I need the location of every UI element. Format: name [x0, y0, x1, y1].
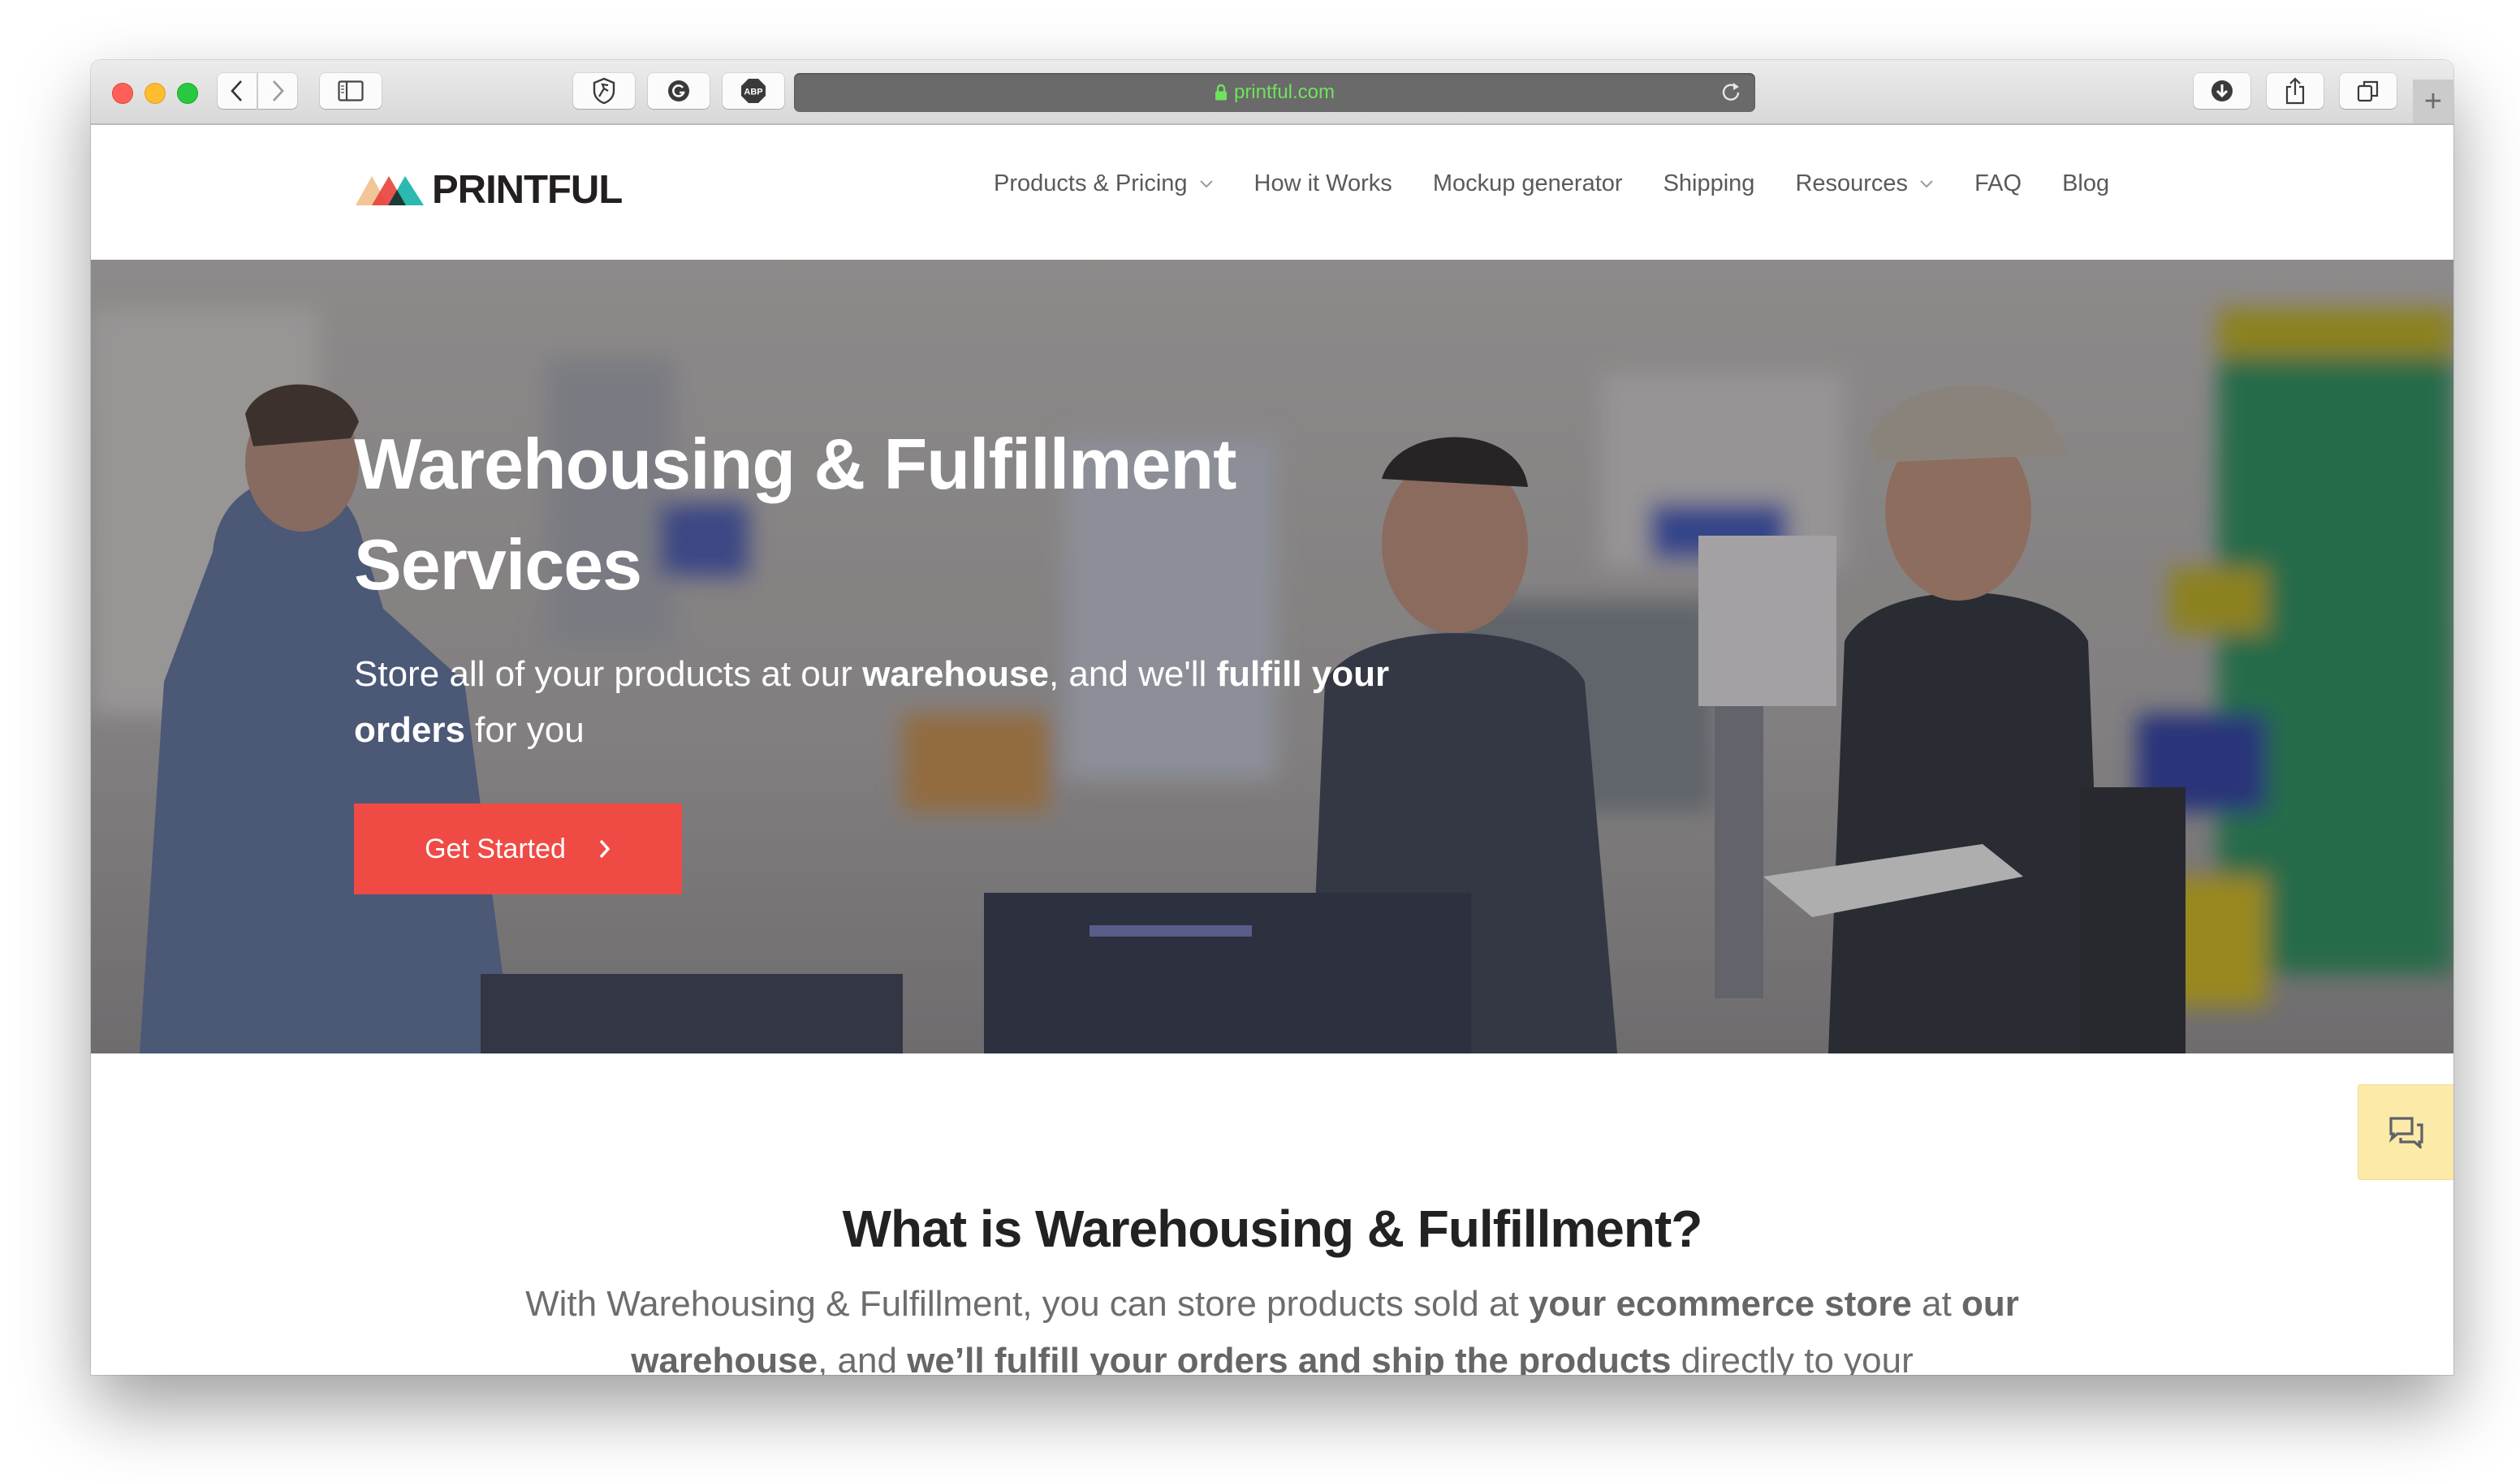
chevron-down-icon: [1199, 179, 1213, 187]
chat-widget-button[interactable]: [2358, 1084, 2453, 1180]
hero-subtitle-text: , and we'll: [1048, 654, 1217, 694]
hero-subtitle-bold: warehouse: [862, 654, 1049, 694]
tabs-overview-icon: [2357, 80, 2379, 102]
url-text: printful.com: [1233, 81, 1336, 103]
shield-extension-icon: [593, 77, 615, 105]
lock-icon: [1215, 84, 1227, 101]
logo-text: PRINTFUL: [432, 168, 623, 212]
get-started-label: Get Started: [425, 833, 566, 864]
hero-subtitle-text: Store all of your products at our: [354, 654, 863, 694]
forward-button[interactable]: [258, 73, 297, 109]
grammarly-icon: [668, 80, 689, 101]
nav-label: Products & Pricing: [994, 170, 1188, 196]
browser-toolbar: ABP printful.com +: [91, 60, 2453, 125]
nav-products-pricing[interactable]: Products & Pricing: [994, 170, 1214, 197]
section-text-bold: your ecommerce store: [1528, 1284, 1912, 1324]
nav-label: Blog: [2062, 170, 2110, 196]
printful-mountains-icon: [356, 176, 424, 205]
new-tab-button[interactable]: +: [2413, 80, 2453, 123]
what-is-section: What is Warehousing & Fulfillment? With …: [91, 1053, 2453, 1375]
chevron-right-icon: [599, 839, 611, 859]
hero-subtitle: Store all of your products at our wareho…: [354, 646, 1409, 758]
nav-blog[interactable]: Blog: [2062, 170, 2109, 197]
svg-text:ABP: ABP: [744, 88, 762, 97]
nav-label: Mockup generator: [1432, 170, 1623, 196]
nav-faq[interactable]: FAQ: [1974, 170, 2022, 197]
nav-label: How it Works: [1254, 170, 1392, 196]
zoom-window-button[interactable]: [177, 83, 198, 104]
hero-title: Warehousing & Fulfillment Services: [354, 414, 1491, 615]
hero-title-line1: Warehousing & Fulfillment: [354, 424, 1236, 504]
sidebar-toggle-button[interactable]: [320, 73, 382, 109]
sidebar-icon: [338, 80, 364, 101]
hero-subtitle-text: for you: [464, 710, 585, 750]
adblock-plus-icon: ABP: [741, 79, 766, 103]
nav-label: Resources: [1795, 170, 1909, 196]
download-icon: [2211, 80, 2233, 101]
section-title: What is Warehousing & Fulfillment?: [842, 1200, 1703, 1259]
section-text: directly to your: [1671, 1341, 1914, 1375]
nav-resources[interactable]: Resources: [1795, 170, 1934, 197]
section-text: , and: [818, 1341, 908, 1375]
nav-how-it-works[interactable]: How it Works: [1254, 170, 1392, 197]
chevron-right-icon: [273, 80, 284, 101]
chevron-down-icon: [1920, 179, 1933, 187]
site-header: PRINTFUL Products & Pricing How it Works…: [91, 125, 2453, 260]
minimize-window-button[interactable]: [145, 83, 166, 104]
share-icon: [2285, 77, 2305, 105]
section-text-bold: we’ll fulfill your orders and ship the p…: [907, 1341, 1672, 1375]
nav-mockup-generator[interactable]: Mockup generator: [1433, 170, 1623, 197]
back-button[interactable]: [218, 73, 257, 109]
tab-overview-button[interactable]: [2340, 73, 2397, 109]
section-text: at: [1911, 1284, 1962, 1324]
printful-logo[interactable]: PRINTFUL: [356, 167, 623, 213]
section-text: With Warehousing & Fulfillment, you can …: [525, 1284, 1529, 1324]
reload-button[interactable]: [1720, 81, 1742, 108]
nav-shipping[interactable]: Shipping: [1663, 170, 1755, 197]
browser-window: ABP printful.com + PRINTFUL Products & P…: [91, 60, 2453, 1375]
extension-shield-button[interactable]: [573, 73, 635, 109]
share-button[interactable]: [2267, 73, 2324, 109]
close-window-button[interactable]: [112, 83, 133, 104]
section-description: With Warehousing & Fulfillment, you can …: [497, 1276, 2048, 1375]
nav-label: Shipping: [1663, 170, 1755, 196]
chevron-left-icon: [231, 80, 242, 101]
extension-grammarly-button[interactable]: [648, 73, 710, 109]
downloads-button[interactable]: [2194, 73, 2250, 109]
extension-adblock-button[interactable]: ABP: [723, 73, 784, 109]
main-nav: Products & Pricing How it Works Mockup g…: [994, 170, 2150, 197]
chat-bubbles-icon: [2388, 1117, 2423, 1148]
hero-section: Warehousing & Fulfillment Services Store…: [91, 260, 2453, 1053]
hero-content: Warehousing & Fulfillment Services Store…: [354, 414, 1491, 758]
nav-label: FAQ: [1974, 170, 2022, 196]
hero-title-line2: Services: [354, 524, 642, 605]
get-started-button[interactable]: Get Started: [354, 803, 682, 894]
reload-icon: [1722, 83, 1740, 101]
address-bar[interactable]: printful.com: [794, 73, 1755, 112]
